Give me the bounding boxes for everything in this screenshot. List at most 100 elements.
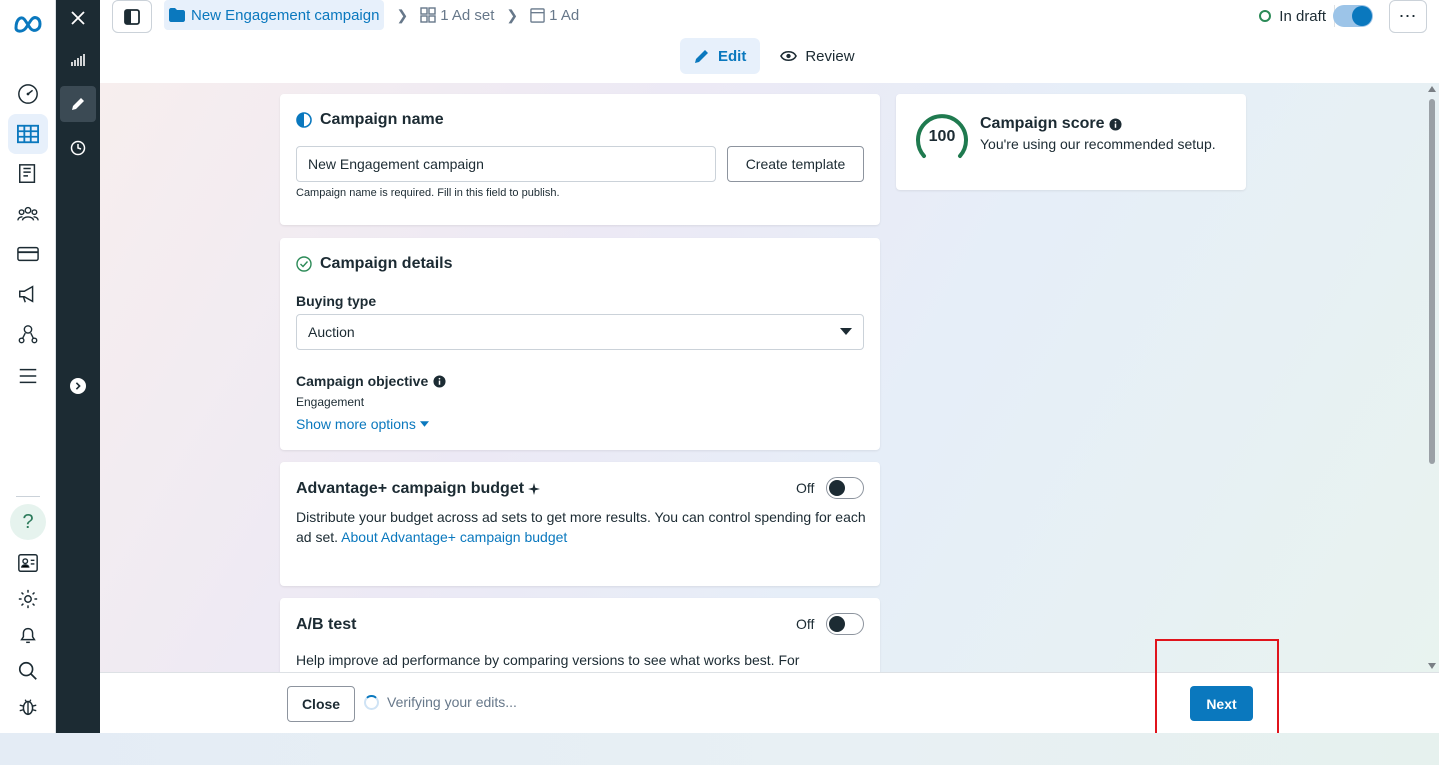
advantage-budget-toggle-label: Off xyxy=(796,480,815,496)
about-advantage-budget-link[interactable]: About Advantage+ campaign budget xyxy=(341,529,567,545)
folder-icon xyxy=(169,8,185,22)
show-more-options-link[interactable]: Show more options xyxy=(296,416,429,432)
advantage-budget-card: Advantage+ campaign budget Off Distribut… xyxy=(280,462,880,586)
draft-status-icon xyxy=(1259,10,1272,22)
campaign-score-subtitle: You're using our recommended setup. xyxy=(980,136,1216,152)
advantage-budget-description: Distribute your budget across ad sets to… xyxy=(296,507,866,547)
billing-card-icon[interactable] xyxy=(16,242,40,266)
campaign-objective-label: Campaign objective xyxy=(296,373,429,389)
pages-icon[interactable] xyxy=(16,162,40,186)
account-quality-icon[interactable] xyxy=(16,551,40,575)
show-more-options-label: Show more options xyxy=(296,416,416,432)
edit-pencil-icon[interactable] xyxy=(60,86,96,122)
buying-type-select[interactable]: Auction xyxy=(296,314,864,350)
ab-test-toggle[interactable] xyxy=(826,613,864,635)
breadcrumb-ad-label: 1 Ad xyxy=(549,6,580,24)
toggle-knob xyxy=(829,616,845,632)
expand-chevron-icon[interactable] xyxy=(70,378,86,394)
megaphone-icon[interactable] xyxy=(16,282,40,306)
more-dots-icon: ⋯ xyxy=(1398,6,1418,26)
info-icon[interactable] xyxy=(1109,117,1123,131)
breadcrumb-adset[interactable]: 1 Ad set xyxy=(420,7,494,24)
campaign-score-card: 100 Campaign score You're using our reco… xyxy=(896,94,1246,190)
campaign-details-title: Campaign details xyxy=(320,255,453,272)
ab-test-card: A/B test Off Help improve ad performance… xyxy=(280,598,880,672)
tab-edit[interactable]: Edit xyxy=(680,38,761,74)
advantage-budget-toggle[interactable] xyxy=(826,477,864,499)
draft-status: In draft xyxy=(1259,0,1326,32)
breadcrumb: New Engagement campaign ❯ 1 Ad set ❯ 1 A… xyxy=(164,0,579,30)
create-template-button[interactable]: Create template xyxy=(727,146,864,182)
search-icon[interactable] xyxy=(16,659,40,683)
business-network-icon[interactable] xyxy=(16,322,40,346)
campaign-on-off-toggle[interactable] xyxy=(1333,5,1373,27)
campaign-objective-heading: Campaign objective xyxy=(296,373,446,389)
meta-logo-icon[interactable] xyxy=(13,8,43,38)
ab-test-description: Help improve ad performance by comparing… xyxy=(296,652,800,668)
close-editor-icon[interactable] xyxy=(60,0,96,36)
page-bottom-strip xyxy=(0,733,1439,765)
content-scrollbar[interactable] xyxy=(1428,83,1436,672)
buying-type-value: Auction xyxy=(308,324,355,340)
app-rail: ? xyxy=(0,0,56,733)
dashboard-gauge-icon[interactable] xyxy=(16,82,40,106)
draft-status-label: In draft xyxy=(1279,7,1326,25)
tab-edit-label: Edit xyxy=(718,47,747,65)
ads-manager-table-icon[interactable] xyxy=(16,122,40,146)
performance-chart-icon[interactable] xyxy=(60,42,96,78)
more-options-button[interactable]: ⋯ xyxy=(1389,0,1427,33)
adset-grid-icon xyxy=(420,7,436,23)
breadcrumb-campaign-label: New Engagement campaign xyxy=(191,6,380,24)
campaign-name-input[interactable]: New Engagement campaign xyxy=(296,146,716,182)
tab-review[interactable]: Review xyxy=(766,38,868,74)
advantage-budget-title: Advantage+ campaign budget xyxy=(296,480,525,497)
audiences-icon[interactable] xyxy=(16,202,40,226)
toggle-knob xyxy=(829,480,845,496)
scroll-down-arrow-icon[interactable] xyxy=(1428,663,1436,669)
help-icon[interactable]: ? xyxy=(10,504,46,540)
campaign-objective-value: Engagement xyxy=(296,395,365,409)
verifying-status-label: Verifying your edits... xyxy=(387,694,517,710)
mode-tabs: Edit Review xyxy=(680,38,869,74)
history-clock-icon[interactable] xyxy=(60,130,96,166)
breadcrumb-adset-label: 1 Ad set xyxy=(440,6,495,24)
campaign-score-value: 100 xyxy=(928,128,956,145)
campaign-details-card: Campaign details Buying type Auction Cam… xyxy=(280,238,880,450)
report-bug-icon[interactable] xyxy=(16,695,40,719)
chevron-right-icon: ❯ xyxy=(506,6,519,23)
ab-test-toggle-label: Off xyxy=(796,616,815,632)
campaign-name-helper: Campaign name is required. Fill in this … xyxy=(296,187,560,199)
eye-icon xyxy=(780,50,798,62)
scrollbar-thumb[interactable] xyxy=(1429,99,1435,464)
rail-divider xyxy=(16,496,40,497)
sparkle-icon xyxy=(528,483,541,495)
editor-footer: Close Verifying your edits... Next xyxy=(100,672,1439,733)
buying-type-label: Buying type xyxy=(296,293,377,309)
info-icon[interactable] xyxy=(433,374,446,388)
all-tools-menu-icon[interactable] xyxy=(16,364,40,388)
campaign-name-title: Campaign name xyxy=(320,111,444,128)
sidebar-toggle-button[interactable] xyxy=(112,0,152,33)
caret-down-icon xyxy=(419,421,429,427)
campaign-name-card: Campaign name New Engagement campaign Cr… xyxy=(280,94,880,225)
close-button[interactable]: Close xyxy=(287,686,355,722)
toggle-knob xyxy=(1352,6,1372,26)
pencil-icon xyxy=(695,50,708,63)
next-button[interactable]: Next xyxy=(1190,686,1253,721)
tab-review-label: Review xyxy=(805,47,855,65)
breadcrumb-campaign[interactable]: New Engagement campaign xyxy=(164,0,385,30)
scroll-up-arrow-icon[interactable] xyxy=(1428,86,1436,92)
breadcrumb-ad[interactable]: 1 Ad xyxy=(530,7,579,24)
chevron-right-icon: ❯ xyxy=(396,6,409,23)
sidebar-panel-icon xyxy=(124,8,140,25)
check-circle-icon xyxy=(296,256,312,272)
ab-test-title: A/B test xyxy=(296,616,357,633)
notifications-bell-icon[interactable] xyxy=(16,623,40,647)
top-bar: New Engagement campaign ❯ 1 Ad set ❯ 1 A… xyxy=(100,0,1439,83)
half-circle-icon xyxy=(296,112,312,128)
caret-down-icon xyxy=(840,328,852,335)
loading-spinner-icon xyxy=(364,694,379,710)
settings-gear-icon[interactable] xyxy=(16,587,40,611)
campaign-score-title: Campaign score xyxy=(980,115,1105,132)
editor-rail xyxy=(56,0,100,733)
